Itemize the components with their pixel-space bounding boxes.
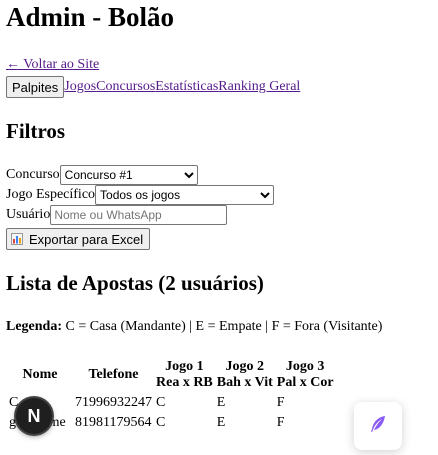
concurso-select[interactable]: Concurso #1 bbox=[59, 165, 198, 185]
usuario-label: Usuário bbox=[6, 207, 51, 222]
tab-estatisticas[interactable]: Estatísticas bbox=[155, 79, 218, 95]
table-row: guilherme 81981179564 C E F bbox=[8, 414, 335, 432]
col-jogo3-title: Jogo 3 bbox=[285, 359, 325, 374]
export-label: Exportar para Excel bbox=[29, 231, 144, 247]
jogo-select[interactable]: Todos os jogos bbox=[95, 185, 275, 205]
cell-jogo3: F bbox=[276, 395, 285, 410]
page-title: Admin - Bolão bbox=[6, 2, 175, 32]
cell-jogo2: E bbox=[216, 395, 226, 410]
feather-icon bbox=[368, 414, 388, 439]
chart-icon bbox=[11, 233, 23, 245]
legend-text: C = Casa (Mandante) | E = Empate | F = F… bbox=[62, 319, 383, 334]
chat-widget-button[interactable] bbox=[354, 402, 402, 450]
legend-label: Legenda: bbox=[6, 319, 62, 334]
col-jogo1-teams: Rea x RB bbox=[156, 375, 213, 390]
jogo-label: Jogo Específico bbox=[6, 187, 96, 202]
col-telefone: Telefone bbox=[88, 367, 139, 382]
table-row: C 71996932247 C E F bbox=[8, 394, 335, 412]
table-header-row: Nome Telefone Jogo 1 Rea x RB Jogo 2 Bah x… bbox=[8, 358, 335, 392]
jogo-filter: Jogo Específico Todos os jogos bbox=[6, 185, 275, 205]
floating-n-button[interactable]: N bbox=[16, 398, 52, 434]
col-nome: Nome bbox=[22, 367, 58, 382]
col-jogo2-title: Jogo 2 bbox=[225, 359, 265, 374]
col-jogo3-teams: Pal x Cor bbox=[276, 375, 334, 390]
cell-jogo3: F bbox=[276, 415, 285, 430]
export-excel-button[interactable]: Exportar para Excel bbox=[6, 228, 151, 250]
n-logo-letter: N bbox=[27, 405, 41, 426]
col-jogo2-teams: Bah x Vit bbox=[216, 375, 273, 390]
tab-palpites[interactable]: Palpites bbox=[6, 76, 65, 98]
concurso-label: Concurso bbox=[6, 167, 60, 182]
usuario-search-input[interactable] bbox=[50, 205, 228, 225]
col-jogo3: Jogo 3 Pal x Cor bbox=[276, 358, 335, 392]
col-jogo2: Jogo 2 Bah x Vit bbox=[216, 358, 274, 392]
back-to-site-link[interactable]: ← Voltar ao Site bbox=[6, 57, 99, 73]
cell-telefone: 81981179564 bbox=[75, 415, 152, 430]
bets-table: Nome Telefone Jogo 1 Rea x RB Jogo 2 Bah x… bbox=[6, 356, 337, 434]
list-heading: Lista de Apostas (2 usuários) bbox=[6, 271, 264, 295]
cell-telefone: 71996932247 bbox=[75, 395, 152, 410]
tab-jogos[interactable]: Jogos bbox=[64, 79, 96, 95]
tab-concursos[interactable]: Concursos bbox=[96, 79, 155, 95]
col-jogo1-title: Jogo 1 bbox=[165, 359, 204, 374]
cell-jogo1: C bbox=[156, 395, 166, 410]
tab-ranking-geral[interactable]: Ranking Geral bbox=[218, 79, 300, 95]
filters-heading: Filtros bbox=[6, 119, 66, 143]
cell-jogo1: C bbox=[156, 415, 166, 430]
cell-jogo2: E bbox=[216, 415, 226, 430]
concurso-filter: Concurso Concurso #1 bbox=[6, 165, 198, 185]
admin-nav: Palpites Jogos Concursos Estatísticas Rankin… bbox=[6, 76, 300, 98]
legend: Legenda: C = Casa (Mandante) | E = Empat… bbox=[6, 319, 382, 335]
usuario-filter: Usuário bbox=[6, 205, 228, 225]
col-jogo1: Jogo 1 Rea x RB bbox=[155, 358, 214, 392]
